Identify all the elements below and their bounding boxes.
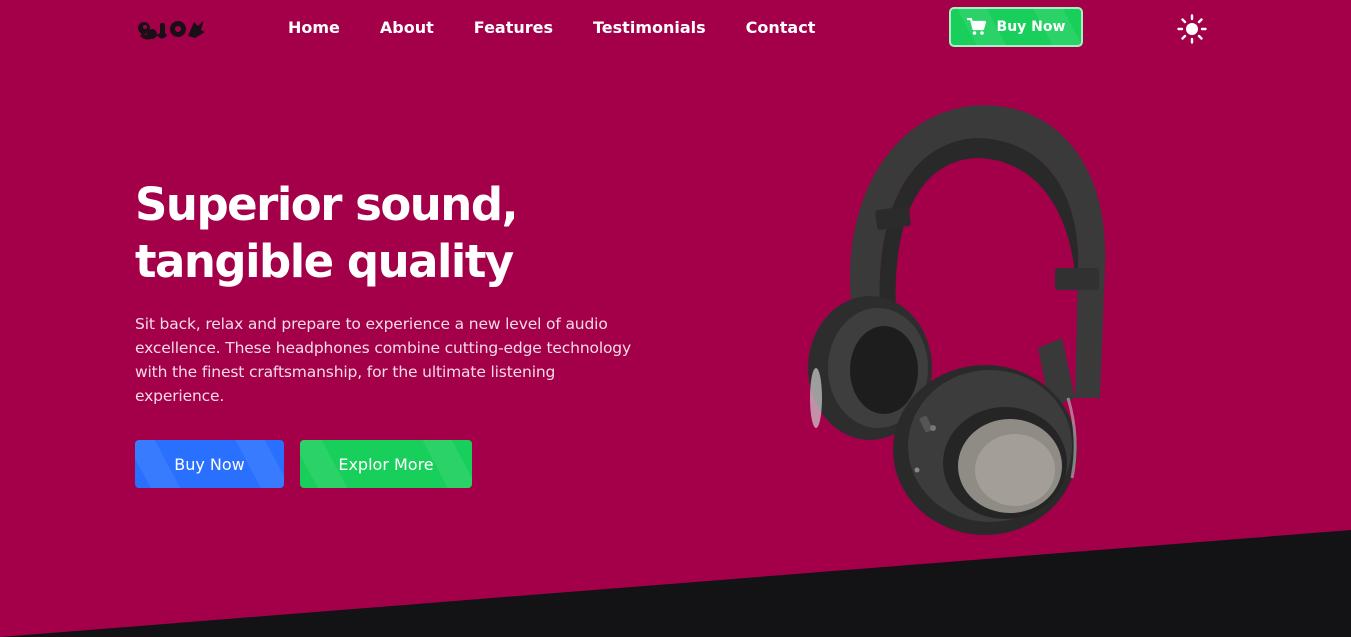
cart-icon — [966, 18, 986, 35]
sun-icon[interactable] — [1177, 14, 1207, 44]
nav-buy-now-label: Buy Now — [996, 19, 1066, 35]
nav-link-home[interactable]: Home — [288, 18, 340, 38]
main-nav: Home About Features Testimonials Contact — [288, 18, 855, 38]
nav-link-contact[interactable]: Contact — [746, 18, 816, 38]
hero-buy-now-label: Buy Now — [174, 454, 245, 474]
hero-title-line-1: Superior sound, — [135, 178, 519, 231]
hero-explore-more-button[interactable]: Explor More — [300, 440, 472, 488]
hero-description: Sit back, relax and prepare to experienc… — [135, 315, 632, 405]
nav-buy-now-button[interactable]: Buy Now — [949, 7, 1083, 47]
hero-title: Superior sound, tangible quality — [135, 176, 695, 290]
brand-logo-icon[interactable] — [136, 14, 208, 44]
headphones-image — [808, 105, 1106, 535]
nav-link-testimonials[interactable]: Testimonials — [593, 18, 706, 38]
hero-title-line-2: tangible quality — [135, 235, 514, 288]
nav-link-features[interactable]: Features — [474, 18, 553, 38]
hero-explore-more-label: Explor More — [338, 454, 434, 474]
nav-link-about[interactable]: About — [380, 18, 434, 38]
hero-buy-now-button[interactable]: Buy Now — [135, 440, 284, 488]
